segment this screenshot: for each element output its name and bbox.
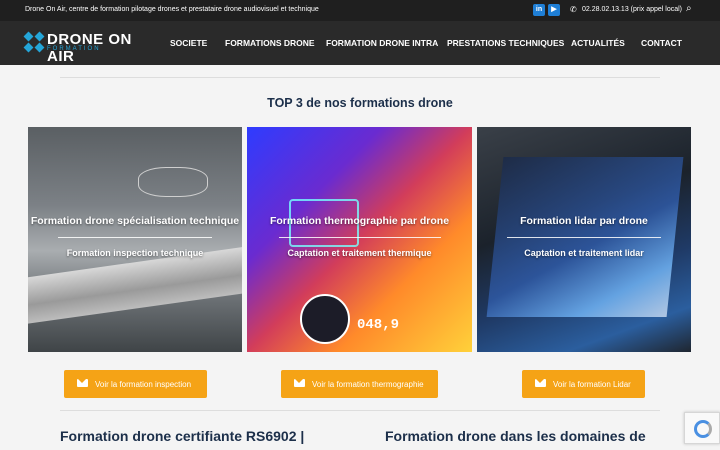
card-lidar[interactable]: Formation lidar par drone Captation et t… <box>477 127 691 352</box>
site-logo[interactable]: DRONE ON AIR FORMATION <box>23 31 150 65</box>
view-lidar-button[interactable]: Voir la formation Lidar <box>522 370 645 398</box>
heading-certifiante: Formation drone certifiante RS6902 | <box>60 428 305 444</box>
card-subtitle: Captation et traitement thermique <box>287 248 432 258</box>
nav-prestations-techniques[interactable]: PRESTATIONS TECHNIQUES <box>447 38 564 48</box>
card-subtitle: Captation et traitement lidar <box>524 248 644 258</box>
view-thermographie-button[interactable]: Voir la formation thermographie <box>281 370 438 398</box>
card-divider <box>57 237 213 238</box>
button-label: Voir la formation Lidar <box>553 380 631 389</box>
card-image-drone <box>138 167 208 197</box>
top-bar: Drone On Air, centre de formation pilota… <box>0 0 720 21</box>
envelope-icon <box>535 379 546 387</box>
site-tagline: Drone On Air, centre de formation pilota… <box>25 6 319 13</box>
card-inspection[interactable]: Formation drone spécialisation technique… <box>28 127 242 352</box>
thermal-readout: 048,9 <box>357 317 400 333</box>
card-divider <box>278 237 441 238</box>
logo-subtitle: FORMATION <box>47 46 101 52</box>
divider-bottom <box>60 410 660 411</box>
nav-societe[interactable]: SOCIETE <box>170 38 207 48</box>
card-title: Formation thermographie par drone <box>269 215 450 227</box>
phone-icon: ✆ <box>570 5 577 14</box>
nav-contact[interactable]: CONTACT <box>641 38 682 48</box>
envelope-icon <box>294 379 305 387</box>
main-header: DRONE ON AIR FORMATION SOCIETE FORMATION… <box>0 21 720 65</box>
compass-gauge-icon <box>300 294 350 344</box>
divider-top <box>60 77 660 78</box>
button-label: Voir la formation inspection <box>95 380 192 389</box>
nav-formations-drone[interactable]: FORMATIONS DRONE <box>225 38 315 48</box>
card-thermographie[interactable]: 048,9 Formation thermographie par drone … <box>247 127 472 352</box>
card-title: Formation lidar par drone <box>520 215 648 227</box>
button-label: Voir la formation thermographie <box>312 380 424 389</box>
card-title: Formation drone spécialisation technique <box>30 215 240 227</box>
recaptcha-icon <box>694 420 712 438</box>
card-subtitle: Formation inspection technique <box>66 248 204 258</box>
linkedin-icon[interactable]: in <box>533 4 545 16</box>
section-title: TOP 3 de nos formations drone <box>267 96 453 110</box>
search-icon[interactable]: ⌕ <box>686 3 692 14</box>
nav-actualites[interactable]: ACTUALITÉS <box>571 38 625 48</box>
youtube-icon[interactable]: ▶ <box>548 4 560 16</box>
recaptcha-badge[interactable] <box>684 412 720 444</box>
phone-number[interactable]: 02.28.02.13.13 (prix appel local) <box>582 6 682 13</box>
view-inspection-button[interactable]: Voir la formation inspection <box>64 370 207 398</box>
card-divider <box>506 237 662 238</box>
heading-domaines: Formation drone dans les domaines de <box>385 428 646 444</box>
nav-formation-drone-intra[interactable]: FORMATION DRONE INTRA <box>326 38 438 48</box>
logo-mark-icon <box>23 31 45 53</box>
envelope-icon <box>77 379 88 387</box>
